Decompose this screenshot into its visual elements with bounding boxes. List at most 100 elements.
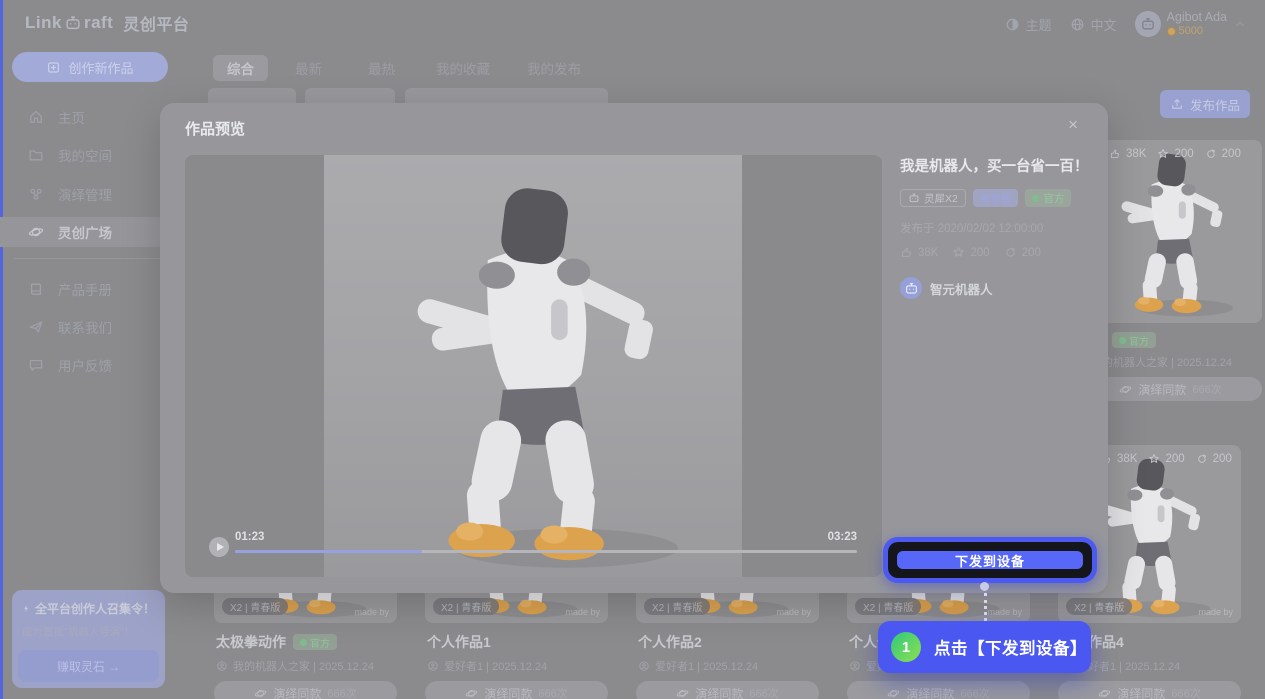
user-avatar [1135,11,1161,37]
card-title: 太极拳动作 [216,632,286,652]
share-icon [1205,148,1217,160]
sidebar-item-label: 联系我们 [58,317,112,337]
thumb-up-icon [1109,148,1121,160]
planet-icon [254,687,267,699]
logo-text-suffix: raft [84,13,113,33]
card-stats: 38K 200 200 [1100,453,1232,465]
create-work-label: 创作新作品 [68,58,133,77]
byline-text: 我的机器人之家 | 2025.12.24 [233,658,374,674]
language-label: 中文 [1091,15,1117,34]
lightning-icon [22,602,30,615]
perform-same-label: 演绎同款 [1138,381,1186,398]
sidebar-item-manual[interactable]: 产品手册 [0,274,176,304]
connector-dotted-line [984,593,987,621]
official-dot-icon [1119,337,1126,344]
perform-same-button[interactable]: 演绎同款 666次 [425,681,608,699]
language-switcher[interactable]: 中文 [1070,15,1117,34]
promo-title-row: 全平台创作人召集令！ [22,600,155,617]
author-row[interactable]: 智元机器人 [900,277,1100,299]
perform-count: 666次 [327,685,356,699]
user-menu[interactable]: Agibot Ada 5000 [1135,10,1247,38]
tab-favorites[interactable]: 我的收藏 [422,55,504,81]
sidebar-item-label: 我的空间 [58,145,112,165]
thumb-up-icon [900,246,913,259]
promo-card: 全平台创作人召集令！ 成为首批"机器人导演"！ 赚取灵石 → [12,590,165,688]
share-count: 200 [1213,453,1232,465]
modal-title: 作品预览 [185,118,245,139]
tutorial-text: 点击【下发到设备】 [934,635,1087,659]
perform-same-button[interactable]: 演绎同款 666次 [1058,681,1241,699]
watermark: made by [565,607,600,617]
byline-text: 我的机器人之家 | 2025.12.24 [1091,354,1232,370]
sidebar-item-label: 用户反馈 [58,355,112,375]
sidebar-item-contact[interactable]: 联系我们 [0,312,176,342]
work-info-panel: 我是机器人，买一台省一百！ 灵犀X2 青春版 官方 发布于 2020/02/02… [900,155,1100,299]
official-dot-icon [1032,195,1039,202]
logo-robot-icon [64,14,82,32]
work-stats: 38K 200 200 [900,246,1100,259]
sidebar-item-plaza[interactable]: 灵创广场 [0,217,176,247]
header-right: 主题 中文 Agibot Ada 5000 [1005,10,1248,38]
perform-count: 666次 [960,685,989,699]
create-doc-icon [46,60,61,75]
theme-toggle[interactable]: 主题 [1005,15,1052,34]
publish-work-button[interactable]: 发布作品 [1160,90,1250,118]
sidebar-item-home[interactable]: 主页 [0,102,176,132]
card-title: 个人作品1 [427,632,491,652]
avatar-robot-icon [1140,16,1156,32]
author-icon [849,660,861,672]
create-work-button[interactable]: 创作新作品 [12,52,168,82]
close-icon[interactable]: × [1068,115,1078,135]
card-byline: 我的机器人之家 | 2025.12.24 [214,658,397,674]
tab-hottest[interactable]: 最热 [354,55,409,81]
folder-icon [28,147,44,163]
progress-bar[interactable] [235,550,857,553]
robot-head-icon [904,281,919,296]
app-root: Link raft 灵创平台 主题 中文 Agibot Ada 5000 [0,0,1265,699]
tab-newest[interactable]: 最新 [281,55,336,81]
share-icon [1004,246,1017,259]
user-coins: 5000 [1167,25,1227,38]
tutorial-tooltip: 1 点击【下发到设备】 [878,621,1091,673]
play-button[interactable] [209,537,229,557]
tab-comprehensive[interactable]: 综合 [213,55,268,81]
deploy-to-device-button[interactable]: 下发到设备 [897,551,1083,569]
model-badge: X2 | 青春版 [644,598,710,615]
author-icon [638,660,650,672]
perform-same-button[interactable]: 演绎同款 666次 [214,681,397,699]
card-title: 个人作品2 [638,632,702,652]
deploy-button-highlight: 下发到设备 [883,537,1097,583]
model-badge: X2 | 青春版 [1066,598,1132,615]
sidebar-item-label: 演绎管理 [58,184,112,204]
tab-published[interactable]: 我的发布 [513,55,595,81]
earn-gems-button[interactable]: 赚取灵石 → [18,650,159,682]
model-tag: 灵犀X2 [900,189,966,207]
model-badge: X2 | 青春版 [855,598,921,615]
planet-icon [28,224,44,240]
book-icon [28,281,44,297]
card-stats: 38K 200 200 [1109,148,1241,160]
share-count: 200 [1222,148,1241,160]
byline-text: 爱好者1 | 2025.12.24 [1077,658,1180,674]
official-badge: 官方 [1112,332,1156,348]
sidebar-item-my-space[interactable]: 我的空间 [0,140,176,170]
planet-icon [676,687,689,699]
perform-count: 666次 [538,685,567,699]
sidebar-item-performance[interactable]: 演绎管理 [0,179,176,209]
perform-count: 666次 [1192,381,1221,397]
perform-same-button[interactable]: 演绎同款 666次 [847,681,1030,699]
planet-icon [1098,687,1111,699]
star-count: 200 [1165,453,1184,465]
sidebar-item-feedback[interactable]: 用户反馈 [0,350,176,380]
planet-icon [887,687,900,699]
author-icon [427,660,439,672]
logo-text-prefix: Link [25,13,62,33]
publish-work-label: 发布作品 [1190,95,1240,114]
author-icon [216,660,228,672]
upload-icon [1170,97,1184,111]
robot-video-illustration [378,182,688,574]
star-count: 200 [1174,148,1193,160]
watermark: made by [1198,607,1233,617]
perform-same-button[interactable]: 演绎同款 666次 [636,681,819,699]
like-count: 38K [1117,453,1137,465]
